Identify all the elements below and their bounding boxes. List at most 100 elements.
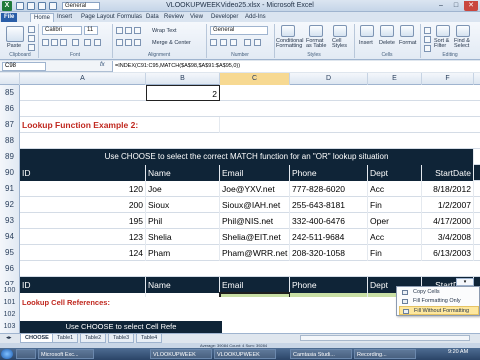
row-header[interactable]: 96 <box>0 261 20 277</box>
start-button[interactable] <box>1 349 13 359</box>
taskbar-quicklaunch[interactable] <box>16 349 36 359</box>
sort-filter-label[interactable]: Sort & Filter <box>434 38 450 49</box>
clear-icon[interactable] <box>424 45 431 52</box>
increase-decimal-icon[interactable] <box>244 39 251 46</box>
taskbar-item-camtasia[interactable]: Camtasia Studi... <box>290 349 352 359</box>
row-header[interactable]: 101 <box>0 297 20 309</box>
cell-phone[interactable]: 255-643-8181 <box>290 197 368 213</box>
row-header[interactable]: 91 <box>0 181 20 197</box>
row-header[interactable]: 92 <box>0 197 20 213</box>
undo-icon[interactable] <box>27 2 35 10</box>
italic-icon[interactable] <box>51 39 58 46</box>
align-right-icon[interactable] <box>134 39 141 46</box>
cell-email[interactable]: Phil@NIS.net <box>220 213 290 229</box>
cell-name[interactable]: Pham <box>146 245 220 261</box>
taskbar-item-vlookup-2[interactable]: VLOOKUPWEEK <box>214 349 276 359</box>
font-size-select[interactable]: 11 <box>84 26 98 35</box>
formula-input[interactable]: =INDEX(C91:C95,MATCH($A$98,$A$91:$A$95,0… <box>112 61 480 72</box>
section-title-lookup-example-2[interactable]: Lookup Function Example 2: <box>20 117 220 133</box>
tab-formulas[interactable]: Formulas <box>114 13 145 22</box>
conditional-formatting-label[interactable]: Conditional Formatting <box>276 38 304 49</box>
decrease-decimal-icon[interactable] <box>254 39 261 46</box>
align-top-icon[interactable] <box>116 27 123 34</box>
insert-cells-icon[interactable] <box>360 25 374 37</box>
format-as-table-label[interactable]: Format as Table <box>306 38 328 49</box>
align-center-icon[interactable] <box>125 39 132 46</box>
redo-icon[interactable] <box>38 2 46 10</box>
row-header[interactable]: 87 <box>0 117 20 133</box>
taskbar-item-excel[interactable]: Microsoft Exc... <box>38 349 94 359</box>
column-header-f[interactable]: F <box>422 73 474 85</box>
fill-icon[interactable] <box>424 36 431 43</box>
column-header-a[interactable]: A <box>20 73 146 85</box>
menu-item-fill-without-formatting[interactable]: Fill Without Formatting <box>399 306 479 315</box>
cell-styles-icon[interactable] <box>333 25 347 37</box>
cell-email[interactable]: Sioux@IAH.net <box>220 197 290 213</box>
banner-choose-match[interactable]: Use CHOOSE to select the correct MATCH f… <box>20 149 474 165</box>
sheet-nav-arrows[interactable]: ◂▸ <box>2 334 16 343</box>
header-email[interactable]: Email <box>220 277 290 293</box>
taskbar-item-vlookup-1[interactable]: VLOOKUPWEEK <box>150 349 212 359</box>
column-header-d[interactable]: D <box>290 73 368 85</box>
horizontal-scrollbar[interactable] <box>300 335 470 341</box>
row-header[interactable]: 88 <box>0 133 20 149</box>
cell-startdate[interactable]: 6/13/2003 <box>422 245 474 261</box>
row-header[interactable]: 85 <box>0 85 20 101</box>
column-header-b[interactable]: B <box>146 73 220 85</box>
cell-email[interactable]: Joe@YXV.net <box>220 181 290 197</box>
sheet-tab-table4[interactable]: Table4 <box>136 334 163 343</box>
align-middle-icon[interactable] <box>125 27 132 34</box>
paste-icon[interactable] <box>6 26 24 42</box>
row-header[interactable]: 103 <box>0 321 20 333</box>
align-bottom-icon[interactable] <box>134 27 141 34</box>
cell-email[interactable]: Pham@WRR.net <box>220 245 290 261</box>
tab-page-layout[interactable]: Page Layout <box>78 13 118 22</box>
cell-phone[interactable]: 332-400-6476 <box>290 213 368 229</box>
close-button[interactable]: ✕ <box>464 1 478 11</box>
banner-cell-references[interactable]: Use CHOOSE to select Cell Refe <box>20 321 222 333</box>
tab-view[interactable]: View <box>187 13 206 22</box>
cell-phone[interactable]: 208-320-1058 <box>290 245 368 261</box>
cell-name[interactable]: Phil <box>146 213 220 229</box>
font-color-icon[interactable] <box>94 39 101 46</box>
taskbar-item-recording[interactable]: Recording... <box>354 349 416 359</box>
cell-email[interactable]: Shelia@EIT.net <box>220 229 290 245</box>
format-cells-icon[interactable] <box>400 25 414 37</box>
delete-cells-icon[interactable] <box>380 25 394 37</box>
cell-id[interactable]: 200 <box>20 197 146 213</box>
select-all-corner[interactable] <box>0 73 20 85</box>
font-name-select[interactable]: Calibri <box>42 26 82 35</box>
header-name[interactable]: Name <box>146 165 220 181</box>
row-header[interactable]: 100 <box>0 285 20 297</box>
currency-icon[interactable] <box>210 39 217 46</box>
sheet-tab-table2[interactable]: Table2 <box>80 334 107 343</box>
menu-item-copy-cells[interactable]: Copy Cells <box>399 288 479 297</box>
auto-fill-options-icon[interactable]: ▾ <box>456 278 474 286</box>
maximize-button[interactable]: □ <box>449 1 463 11</box>
menu-item-fill-formatting-only[interactable]: Fill Formatting Only <box>399 297 479 306</box>
header-dept[interactable]: Dept <box>368 165 422 181</box>
underline-icon[interactable] <box>60 39 67 46</box>
tab-insert[interactable]: Insert <box>54 13 75 22</box>
tab-review[interactable]: Review <box>161 13 187 22</box>
insert-cells-label[interactable]: Insert <box>359 40 373 46</box>
borders-icon[interactable] <box>72 39 79 46</box>
cell-id[interactable]: 123 <box>20 229 146 245</box>
header-email[interactable]: Email <box>220 165 290 181</box>
cell-dept[interactable]: Fin <box>368 245 422 261</box>
header-phone[interactable]: Phone <box>290 165 368 181</box>
align-left-icon[interactable] <box>116 39 123 46</box>
tab-developer[interactable]: Developer <box>208 13 241 22</box>
cell-phone[interactable]: 777-828-6020 <box>290 181 368 197</box>
header-id[interactable]: ID <box>20 277 146 293</box>
insert-function-icon[interactable]: fx <box>100 62 105 68</box>
cell-name[interactable]: Shelia <box>146 229 220 245</box>
tab-add-ins[interactable]: Add-Ins <box>242 13 269 22</box>
row-header[interactable]: 89 <box>0 149 20 165</box>
cell-dept[interactable]: Acc <box>368 229 422 245</box>
name-box[interactable]: C98 <box>2 62 46 71</box>
merge-center-button[interactable]: Merge & Center <box>152 40 191 46</box>
fill-color-icon[interactable] <box>84 39 91 46</box>
conditional-formatting-icon[interactable] <box>281 25 295 37</box>
cell-startdate[interactable]: 4/17/2000 <box>422 213 474 229</box>
